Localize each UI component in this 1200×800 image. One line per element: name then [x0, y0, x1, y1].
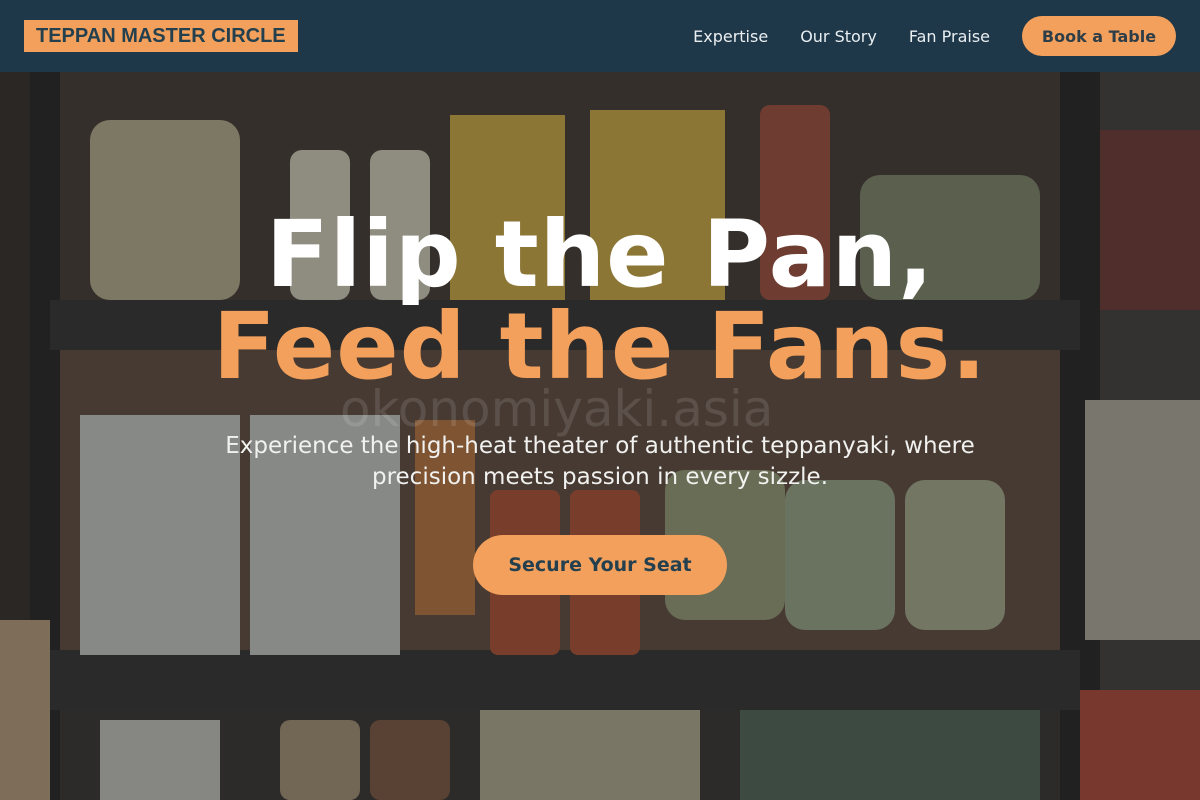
brand-logo[interactable]: TEPPAN MASTER CIRCLE: [24, 20, 298, 52]
hero-content: Flip the Pan, Feed the Fans. Experience …: [0, 205, 1200, 595]
top-navbar: TEPPAN MASTER CIRCLE Expertise Our Story…: [0, 0, 1200, 72]
hero-headline-line2: Feed the Fans.: [212, 293, 988, 400]
hero-section: okonomiyaki.asia TEPPAN MASTER CIRCLE Ex…: [0, 0, 1200, 800]
secure-seat-button[interactable]: Secure Your Seat: [473, 535, 727, 595]
hero-subtitle: Experience the high-heat theater of auth…: [225, 433, 975, 490]
nav-link-expertise[interactable]: Expertise: [693, 27, 768, 46]
nav-link-fan-praise[interactable]: Fan Praise: [909, 27, 990, 46]
nav-link-our-story[interactable]: Our Story: [800, 27, 877, 46]
book-table-button[interactable]: Book a Table: [1022, 16, 1176, 56]
hero-headline-line1: Flip the Pan,: [265, 201, 935, 308]
main-nav: Expertise Our Story Fan Praise Book a Ta…: [693, 16, 1176, 56]
